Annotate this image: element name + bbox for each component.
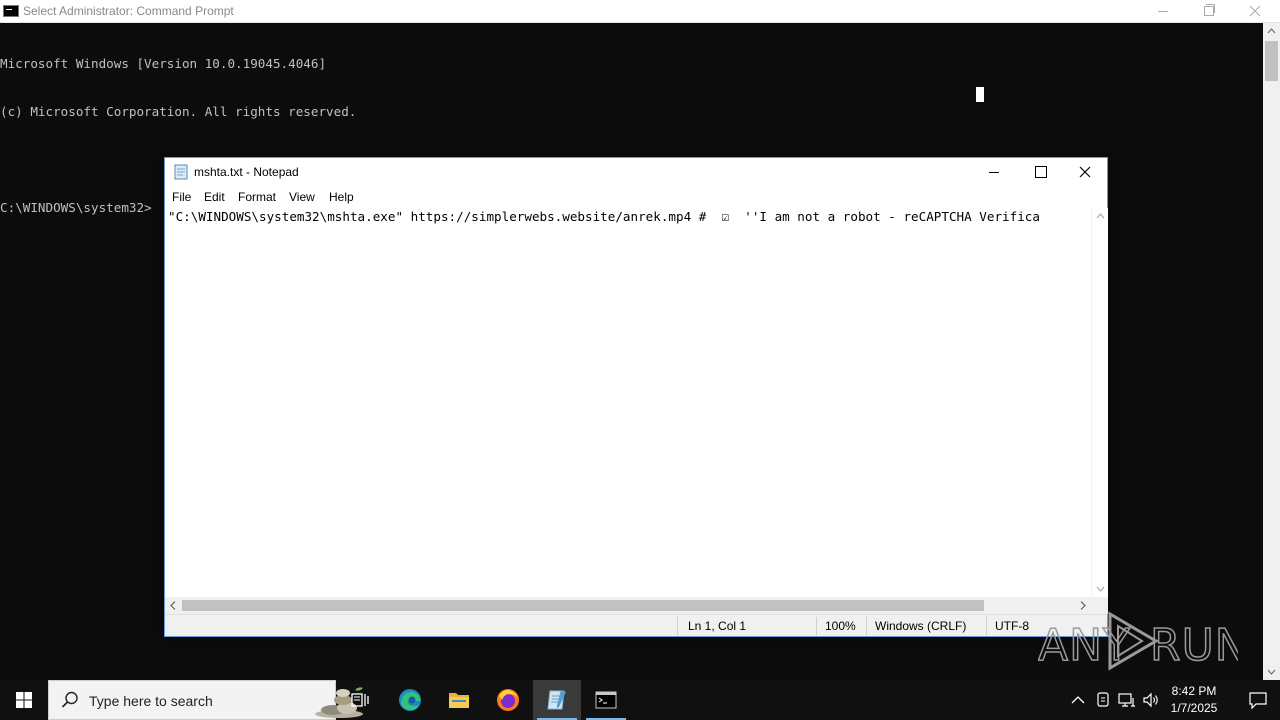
clock-time: 8:42 PM [1171, 684, 1217, 698]
cmd-cursor [976, 87, 984, 102]
status-encoding: UTF-8 [995, 619, 1029, 633]
notepad-window[interactable]: mshta.txt - Notepad File Edit Format Vie… [164, 157, 1108, 637]
cmd-app-icon [3, 5, 19, 17]
task-view-button[interactable] [336, 680, 384, 720]
start-button[interactable] [0, 680, 48, 720]
search-icon [61, 691, 78, 708]
close-icon [1079, 166, 1091, 178]
volume-icon[interactable] [1141, 690, 1161, 710]
notepad-horizontal-scrollbar[interactable] [165, 597, 1091, 614]
cmd-line: Microsoft Windows [Version 10.0.19045.40… [0, 56, 327, 71]
notepad-text-area[interactable]: "C:\WINDOWS\system32\mshta.exe" https://… [165, 208, 1091, 597]
taskbar-notepad-button[interactable] [533, 680, 581, 720]
cmd-titlebar[interactable]: Select Administrator: Command Prompt [0, 0, 1280, 23]
taskbar-clock[interactable]: 8:42 PM 1/7/2025 [1160, 683, 1228, 717]
taskbar-command-prompt-button[interactable] [582, 680, 630, 720]
scroll-up-arrow-icon[interactable] [1092, 208, 1109, 225]
notepad-statusbar: Ln 1, Col 1 100% Windows (CRLF) UTF-8 [165, 614, 1107, 636]
notepad-content: "C:\WINDOWS\system32\mshta.exe" https://… [168, 209, 1040, 224]
file-explorer-folder-icon [449, 693, 469, 708]
taskbar-search-box[interactable]: Type here to search [48, 680, 363, 720]
notepad-title: mshta.txt - Notepad [194, 165, 299, 179]
notification-icon [1249, 692, 1267, 710]
cmd-scroll-thumb[interactable] [1265, 41, 1278, 81]
notepad-menubar: File Edit Format View Help [165, 187, 1107, 207]
status-line-ending: Windows (CRLF) [875, 619, 967, 633]
scroll-left-arrow-icon[interactable] [165, 597, 182, 614]
scroll-down-arrow-icon[interactable] [1092, 580, 1109, 597]
command-prompt-icon [595, 691, 617, 709]
status-divider [866, 617, 867, 635]
cmd-restore-button[interactable] [1186, 0, 1232, 22]
windows-logo-icon [16, 692, 32, 708]
taskbar: Type here to search 8:42 PM 1/7/2025 [0, 680, 1280, 720]
tray-device-icon[interactable] [1093, 690, 1113, 710]
taskbar-firefox-button[interactable] [484, 680, 532, 720]
menu-format[interactable]: Format [238, 190, 276, 204]
scroll-up-arrow-icon[interactable] [1263, 23, 1280, 40]
notepad-app-icon [174, 164, 188, 180]
cmd-minimize-button[interactable] [1140, 0, 1186, 22]
notepad-vertical-scrollbar[interactable] [1091, 208, 1108, 597]
notepad-hscroll-thumb[interactable] [182, 600, 984, 611]
status-cursor-position: Ln 1, Col 1 [688, 619, 747, 633]
notepad-titlebar[interactable]: mshta.txt - Notepad [165, 158, 1107, 187]
taskbar-edge-button[interactable] [386, 680, 434, 720]
notepad-minimize-button[interactable] [971, 158, 1017, 187]
search-placeholder: Type here to search [89, 693, 213, 709]
status-divider [816, 617, 817, 635]
cmd-vertical-scrollbar[interactable] [1263, 23, 1280, 680]
show-hidden-icons-chevron-icon[interactable] [1068, 690, 1088, 710]
menu-edit[interactable]: Edit [204, 190, 225, 204]
cmd-close-button[interactable] [1232, 0, 1278, 22]
menu-help[interactable]: Help [329, 190, 354, 204]
edge-browser-icon [399, 689, 421, 711]
firefox-icon [497, 689, 519, 711]
close-icon [1249, 5, 1261, 17]
notepad-icon [547, 690, 566, 710]
action-center-button[interactable] [1236, 680, 1280, 720]
notepad-maximize-button[interactable] [1017, 158, 1063, 187]
status-zoom: 100% [825, 619, 856, 633]
task-view-icon [351, 693, 369, 707]
svg-text:RUN: RUN [1150, 620, 1238, 671]
taskbar-file-explorer-button[interactable] [435, 680, 483, 720]
clock-date: 1/7/2025 [1170, 701, 1218, 715]
status-divider [677, 617, 678, 635]
menu-file[interactable]: File [172, 190, 191, 204]
network-icon[interactable] [1117, 690, 1137, 710]
cmd-title: Select Administrator: Command Prompt [23, 4, 234, 18]
cmd-line: (c) Microsoft Corporation. All rights re… [0, 104, 357, 119]
anyrun-watermark-logo: ANY RUN [1038, 611, 1238, 672]
notepad-close-button[interactable] [1062, 158, 1108, 187]
scroll-down-arrow-icon[interactable] [1263, 663, 1280, 680]
menu-view[interactable]: View [289, 190, 315, 204]
status-divider [986, 617, 987, 635]
